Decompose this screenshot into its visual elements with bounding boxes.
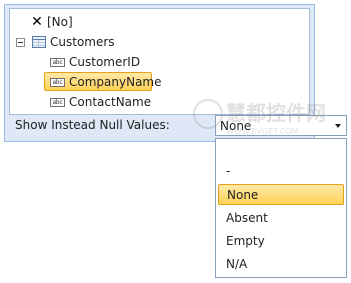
null-values-label: Show Instead Null Values: — [15, 118, 170, 132]
tree-item-customerid[interactable]: abc CustomerID — [50, 53, 140, 71]
field-icon: abc — [50, 57, 65, 67]
dropdown-option-absent[interactable]: Absent — [218, 207, 344, 228]
dropdown-option-none[interactable]: None — [218, 184, 344, 205]
dropdown-option-empty[interactable]: Empty — [218, 230, 344, 251]
watermark: 慧都控件网 WWW.EVGET.COM — [193, 99, 326, 136]
tree-item-label: Customers — [50, 35, 115, 49]
tree-item-customers[interactable]: Customers — [16, 33, 115, 51]
tree-item-label: [No] — [47, 15, 73, 29]
tree-item-contactname[interactable]: abc ContactName — [50, 93, 151, 111]
tree-item-companyname[interactable]: abc CompanyName — [50, 73, 162, 91]
dropdown-option-dash[interactable]: - — [218, 160, 344, 181]
dropdown-option-na[interactable]: N/A — [218, 253, 344, 274]
collapse-icon[interactable] — [16, 37, 25, 47]
watermark-logo — [193, 99, 223, 129]
field-icon: abc — [50, 97, 65, 107]
null-values-dropdown-list[interactable]: - None Absent Empty N/A — [215, 138, 347, 278]
watermark-text: 慧都控件网 — [226, 101, 326, 125]
table-icon — [32, 36, 46, 48]
field-icon: abc — [50, 77, 65, 87]
tree-item-label: CustomerID — [69, 55, 141, 69]
x-icon: ✕ — [31, 14, 43, 30]
tree-item-label: ContactName — [69, 95, 152, 109]
tree-item-no-field[interactable]: ✕ [No] — [31, 13, 73, 31]
tree-item-label: CompanyName — [69, 75, 162, 89]
watermark-url: WWW.EVGET.COM — [226, 127, 299, 136]
